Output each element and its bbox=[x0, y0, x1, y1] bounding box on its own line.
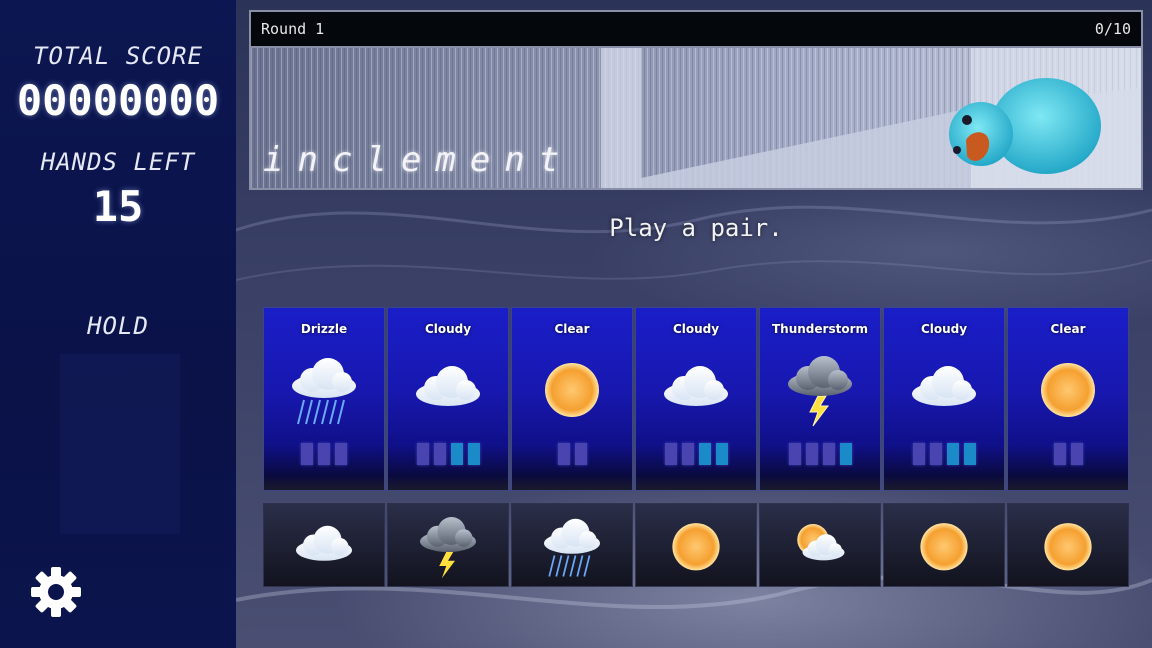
rain-cloud-icon bbox=[292, 358, 356, 425]
card-name: Cloudy bbox=[920, 322, 968, 336]
deck-card-5[interactable] bbox=[760, 504, 880, 586]
pip bbox=[664, 443, 677, 465]
hand-card-6[interactable]: Cloudy bbox=[884, 308, 1004, 490]
deck-card-7[interactable] bbox=[1008, 504, 1128, 586]
cloud-icon bbox=[912, 366, 976, 406]
hand-card-3[interactable]: Clear bbox=[512, 308, 632, 490]
card-pips bbox=[636, 443, 756, 465]
pip bbox=[929, 443, 942, 465]
deck-card-1[interactable] bbox=[264, 504, 384, 586]
pip bbox=[839, 443, 852, 465]
deck-card-2[interactable] bbox=[388, 504, 508, 586]
thunderstorm-icon bbox=[420, 517, 476, 579]
pip bbox=[335, 443, 347, 465]
gear-icon[interactable] bbox=[28, 564, 84, 620]
round-label: Round 1 bbox=[261, 20, 325, 38]
round-progress: 0/10 bbox=[1094, 20, 1131, 38]
pip bbox=[715, 443, 728, 465]
thunderstorm-icon bbox=[788, 356, 852, 427]
pip bbox=[301, 443, 313, 465]
pip bbox=[416, 443, 429, 465]
card-pips bbox=[760, 443, 880, 465]
card-pips bbox=[264, 443, 384, 465]
partly-sunny-icon bbox=[797, 524, 845, 561]
hold-label: HOLD bbox=[87, 312, 149, 340]
cloud-icon bbox=[416, 366, 480, 406]
banner-art: inclement bbox=[251, 48, 1141, 188]
sun-icon bbox=[1044, 523, 1092, 571]
pip bbox=[805, 443, 818, 465]
pip bbox=[450, 443, 463, 465]
card-name: Thunderstorm bbox=[771, 322, 868, 336]
sidebar: TOTAL SCORE 00000000 HANDS LEFT 15 HOLD bbox=[0, 0, 236, 648]
card-pips bbox=[388, 443, 508, 465]
card-name: Clear bbox=[554, 322, 590, 336]
pip bbox=[822, 443, 835, 465]
pip bbox=[912, 443, 925, 465]
pip bbox=[433, 443, 446, 465]
hands-left-label: HANDS LEFT bbox=[40, 148, 196, 176]
pip bbox=[698, 443, 711, 465]
card-pips bbox=[1008, 443, 1128, 465]
sun-icon bbox=[672, 523, 720, 571]
pip bbox=[963, 443, 976, 465]
pip bbox=[318, 443, 330, 465]
card-pips bbox=[884, 443, 1004, 465]
hand-card-2[interactable]: Cloudy bbox=[388, 308, 508, 490]
pip bbox=[946, 443, 959, 465]
total-score-label: TOTAL SCORE bbox=[33, 42, 203, 70]
sun-icon bbox=[1041, 363, 1095, 417]
rain-cloud-icon bbox=[544, 518, 600, 577]
hand-card-7[interactable]: Clear bbox=[1008, 308, 1128, 490]
total-score-value: 00000000 bbox=[16, 76, 220, 125]
cloud-icon bbox=[664, 366, 728, 406]
sun-icon bbox=[545, 363, 599, 417]
pip bbox=[1070, 443, 1083, 465]
card-name: Cloudy bbox=[672, 322, 720, 336]
pip bbox=[557, 443, 570, 465]
pip bbox=[467, 443, 480, 465]
pip bbox=[1053, 443, 1066, 465]
hand-card-1[interactable]: Drizzle bbox=[264, 308, 384, 490]
card-pips bbox=[512, 443, 632, 465]
pip bbox=[574, 443, 587, 465]
deck-card-6[interactable] bbox=[884, 504, 1004, 586]
hand-card-4[interactable]: Cloudy bbox=[636, 308, 756, 490]
hand-card-5[interactable]: Thunderstorm bbox=[760, 308, 880, 490]
round-banner: Round 1 0/10 inclement bbox=[249, 10, 1143, 190]
pip bbox=[788, 443, 801, 465]
hold-slot[interactable] bbox=[60, 354, 180, 534]
instruction-prompt: Play a pair. bbox=[609, 214, 783, 242]
card-name: Drizzle bbox=[300, 322, 348, 336]
stage-title: inclement bbox=[263, 140, 574, 180]
hands-left-value: 15 bbox=[92, 182, 144, 231]
deck-card-3[interactable] bbox=[512, 504, 632, 586]
sun-icon bbox=[920, 523, 968, 571]
card-name: Clear bbox=[1050, 322, 1086, 336]
deck-card-4[interactable] bbox=[636, 504, 756, 586]
cloud-icon bbox=[296, 525, 352, 561]
card-name: Cloudy bbox=[424, 322, 472, 336]
pip bbox=[681, 443, 694, 465]
banner-header: Round 1 0/10 bbox=[251, 12, 1141, 48]
